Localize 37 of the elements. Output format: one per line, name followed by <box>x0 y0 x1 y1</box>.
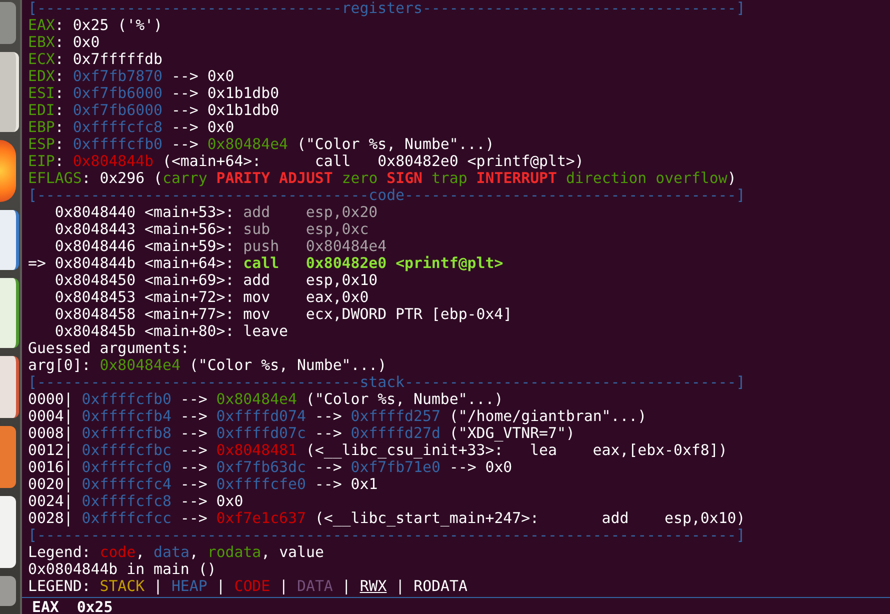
terminal-line: 0x8048443 <main+56>: sub esp,0xc <box>54 221 369 238</box>
app-icon[interactable] <box>0 2 16 44</box>
terminal-line: LEGEND: STACK | HEAP | CODE | DATA | RWX | RODATA <box>28 578 468 595</box>
section-header: [----------------------------------registers-----------------------------------] <box>28 0 746 17</box>
terminal-line: EDI: 0xf7fb6000 --> 0x1b1db0 <box>28 102 280 119</box>
terminal-line: 0020| 0xffffcfc4 --> 0xffffcfe0 --> 0x1 <box>28 476 378 493</box>
terminal-line: 0016| 0xffffcfc0 --> 0xf7fb63dc --> 0xf7fb71e0 --> 0x0 <box>28 459 512 476</box>
terminal-line: 0024| 0xffffcfc8 --> 0x0 <box>28 493 244 510</box>
terminal-line: 0x8048446 <main+59>: push 0x80484e4 <box>54 238 387 255</box>
terminal-line: 0x0804844b in main () <box>28 561 216 578</box>
terminal-line: => 0x804844b <main+64>: call 0x80482e0 <printf@plt> <box>28 255 504 272</box>
terminal-line: 0x804845b <main+80>: leave <box>54 323 288 340</box>
terminal-line: 0008| 0xffffcfb8 --> 0xffffd07c --> 0xffffd27d ("XDG_VTNR=7") <box>28 425 575 442</box>
terminal-line: ECX: 0x7fffffdb <box>28 51 162 68</box>
terminal-line: 0x8048453 <main+72>: mov eax,0x0 <box>54 289 369 306</box>
terminal-line: 0004| 0xffffcfb4 --> 0xffffd074 --> 0xffffd257 ("/home/giantbran"...) <box>28 408 647 425</box>
terminal-line: 0028| 0xffffcfcc --> 0xf7e1c637 (<__libc_start_main+247>: add esp,0x10) <box>28 510 746 527</box>
terminal-line: 0000| 0xffffcfb0 --> 0x80484e4 ("Color %s, Numbe"...) <box>28 391 504 408</box>
terminal-line: 0x8048450 <main+69>: add esp,0x10 <box>54 272 378 289</box>
section-header: [------------------------------------stack-------------------------------------] <box>28 374 746 391</box>
terminal-line: EAX: 0x25 ('%') <box>28 17 162 34</box>
terminal-line: 0x8048458 <main+77>: mov ecx,DWORD PTR [ebp-0x4] <box>54 306 512 323</box>
terminal-line: ESI: 0xf7fb6000 --> 0x1b1db0 <box>28 85 280 102</box>
section-header: [------------------------------------------------------------------------------] <box>28 527 746 544</box>
section-header: [-------------------------------------code-------------------------------------] <box>28 187 746 204</box>
terminal-line: EFLAGS: 0x296 (carry PARITY ADJUST zero SIGN trap INTERRUPT direction overflow) <box>28 170 736 187</box>
terminal-line: EBX: 0x0 <box>28 34 100 51</box>
terminal-line: 0x8048440 <main+53>: add esp,0x20 <box>54 204 378 221</box>
terminal-line: EIP: 0x804844b (<main+64>: call 0x80482e0 <printf@plt>) <box>28 153 584 170</box>
terminal-line: 0012| 0xffffcfbc --> 0x8048481 (<__libc_csu_init+33>: lea eax,[ebx-0xf8]) <box>28 442 728 459</box>
terminal-line: Legend: code, data, rodata, value <box>28 544 324 561</box>
terminal-line: Guessed arguments: <box>28 340 190 357</box>
terminal-line: arg[0]: 0x80484e4 ("Color %s, Numbe"...) <box>28 357 387 374</box>
watch-line: EAX 0x25 <box>32 599 113 614</box>
terminal-line: EDX: 0xf7fb7870 --> 0x0 <box>28 68 234 85</box>
terminal-line: ESP: 0xffffcfb0 --> 0x80484e4 ("Color %s, Numbe"...) <box>28 136 494 153</box>
terminal-line: EBP: 0xffffcfc8 --> 0x0 <box>28 119 234 136</box>
